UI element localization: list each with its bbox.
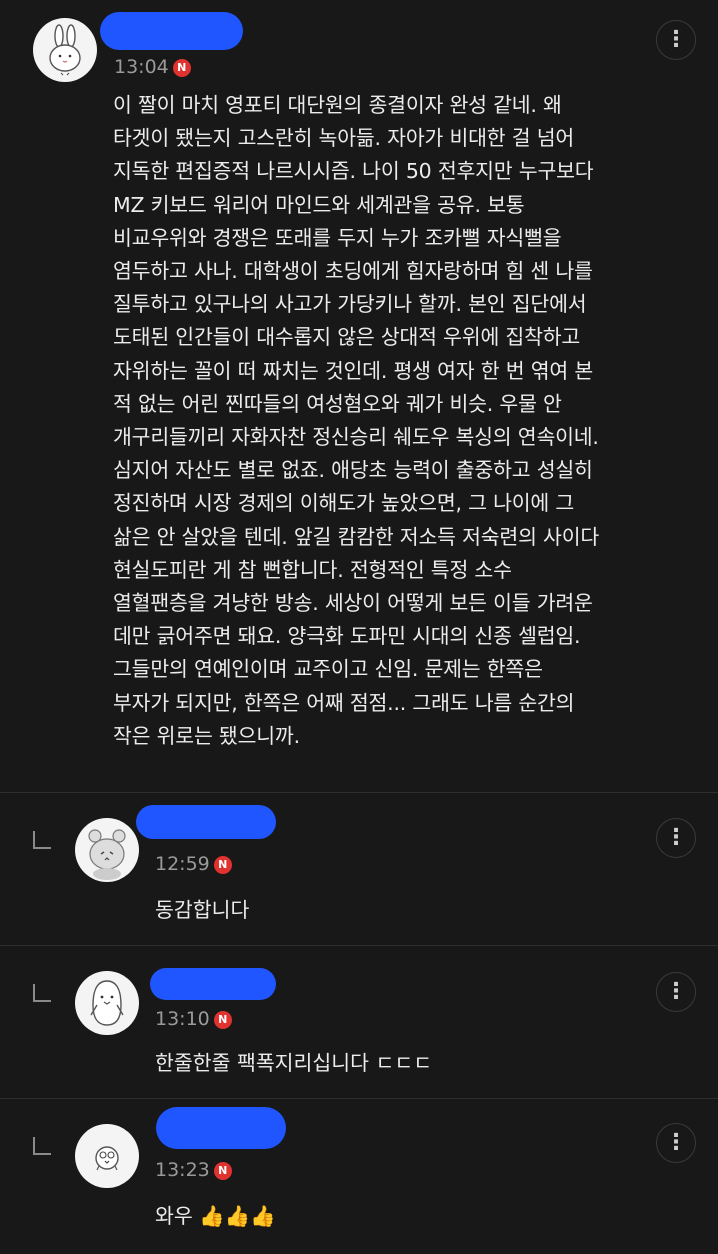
new-badge: N: [213, 855, 232, 874]
kebab-menu-icon: ⋮: [665, 27, 687, 52]
redacted-username: [156, 1107, 286, 1149]
kebab-menu-icon: ⋮: [665, 825, 687, 850]
more-options-button[interactable]: ⋮: [656, 818, 696, 858]
more-options-button[interactable]: ⋮: [656, 1123, 696, 1163]
new-badge: N: [172, 58, 191, 77]
comment-time: 12:59 N: [155, 853, 232, 875]
comment-body: 이 짤이 마치 영포티 대단원의 종결이자 완성 같네. 왜 타겟이 됐는지 고…: [113, 93, 600, 748]
comment-thread: 13:04 N ⋮ 이 짤이 마치 영포티 대단원의 종결이자 완성 같네. 왜 …: [0, 0, 718, 1254]
redacted-username: [100, 12, 243, 50]
reply: 13:23 N ⋮ 와우 👍👍👍: [0, 1099, 718, 1254]
penguin-avatar-icon: [90, 980, 124, 1026]
user-avatar[interactable]: [75, 1124, 139, 1188]
reply-body: 와우 👍👍👍: [155, 1204, 276, 1228]
bear-avatar-icon: [88, 829, 126, 880]
comment-time: 13:23 N: [155, 1159, 232, 1181]
reply-corner-icon: [33, 984, 51, 1002]
reply-corner-icon: [33, 831, 51, 849]
reply: 12:59 N ⋮ 동감합니다: [0, 793, 718, 946]
chick-avatar-icon: [95, 1146, 119, 1171]
comment: 13:04 N ⋮ 이 짤이 마치 영포티 대단원의 종결이자 완성 같네. 왜 …: [0, 0, 718, 793]
reply-body: 한줄한줄 팩폭지리십니다 ㄷㄷㄷ: [155, 1051, 433, 1075]
new-badge: N: [213, 1161, 232, 1180]
reply-corner-icon: [33, 1137, 51, 1155]
more-options-button[interactable]: ⋮: [656, 972, 696, 1012]
comment-time: 13:10 N: [155, 1008, 232, 1030]
redacted-username: [150, 968, 276, 1000]
kebab-menu-icon: ⋮: [665, 1130, 687, 1155]
comment-time: 13:04 N: [114, 56, 191, 78]
redacted-username: [136, 805, 276, 839]
user-avatar[interactable]: [33, 18, 97, 82]
reply: 13:10 N ⋮ 한줄한줄 팩폭지리십니다 ㄷㄷㄷ: [0, 946, 718, 1099]
user-avatar[interactable]: [75, 971, 139, 1035]
user-avatar[interactable]: [75, 818, 139, 882]
reply-body: 동감합니다: [155, 898, 250, 922]
rabbit-avatar-icon: [49, 24, 81, 76]
kebab-menu-icon: ⋮: [665, 979, 687, 1004]
more-options-button[interactable]: ⋮: [656, 20, 696, 60]
new-badge: N: [213, 1010, 232, 1029]
